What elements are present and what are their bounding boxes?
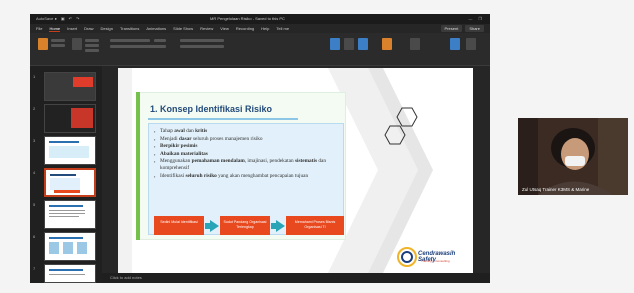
slide-editor: 1. Konsep Identifikasi Risiko Tahap awal… — [102, 66, 490, 273]
paste-icon[interactable] — [38, 38, 48, 50]
tab-transitions[interactable]: Transitions — [120, 26, 139, 31]
slide-thumbnail-pane: 1 2 3 4 5 6 7 — [30, 66, 102, 283]
bullet-list[interactable]: Tahap awal dan kritis Menjadi dasar selu… — [154, 128, 342, 180]
notes-bar: Click to add notes — [102, 273, 490, 283]
tab-review[interactable]: Review — [200, 26, 213, 31]
bullet-item: Abaikan materialitas — [154, 151, 342, 158]
thumbnail-number: 3 — [33, 138, 36, 143]
ribbon-toolbar — [30, 33, 490, 66]
thumbnail-preview-7 — [49, 269, 85, 275]
slide-thumbnail-5[interactable] — [44, 200, 96, 229]
slide-title[interactable]: 1. Konsep Identifikasi Risiko — [150, 104, 272, 114]
section-button[interactable] — [85, 49, 99, 52]
title-bar: AutoSave ● ▣ ↶ ↷ MR Pengelolaan Risiko -… — [30, 14, 490, 24]
bullet-item: Tahap awal dan kritis — [154, 128, 342, 135]
hexagon-decoration — [384, 107, 418, 145]
autosave-toggle[interactable]: AutoSave ● — [36, 16, 57, 21]
copy-button[interactable] — [51, 44, 65, 47]
restore-icon[interactable]: ❐ — [478, 16, 482, 21]
tab-recording[interactable]: Recording — [236, 26, 254, 31]
designer-icon[interactable] — [450, 38, 460, 50]
slide-thumbnail-3[interactable] — [44, 136, 96, 165]
powerpoint-window: AutoSave ● ▣ ↶ ↷ MR Pengelolaan Risiko -… — [30, 14, 490, 283]
shapes-icon[interactable] — [330, 38, 340, 50]
tell-me-search[interactable]: Tell me — [276, 26, 289, 31]
ribbon-tabs: File Home Insert Draw Design Transitions… — [30, 24, 490, 33]
window-controls: — ❐ — [468, 16, 482, 21]
chevron-decoration — [328, 68, 473, 273]
alignment-buttons[interactable] — [180, 45, 224, 48]
tab-animations[interactable]: Animations — [146, 26, 166, 31]
dictate-icon[interactable] — [466, 38, 476, 50]
flow-step-1[interactable]: Sedini Mulai Identifikasi — [154, 216, 204, 235]
tab-slide-show[interactable]: Slide Show — [173, 26, 193, 31]
bullet-item: Menggunakan pemahaman mendalam, imajinas… — [154, 158, 342, 172]
quick-styles-icon[interactable] — [358, 38, 368, 50]
undo-icon[interactable]: ↶ — [69, 16, 72, 21]
slide-thumbnail-1[interactable] — [44, 72, 96, 101]
tab-view[interactable]: View — [220, 26, 229, 31]
tab-design[interactable]: Design — [100, 26, 112, 31]
slide-left-margin — [118, 68, 132, 273]
save-icon[interactable]: ▣ — [61, 16, 65, 21]
company-logo-subtext: Training & Consulting — [421, 259, 450, 263]
thumbnail-preview-1 — [45, 73, 95, 100]
tab-help[interactable]: Help — [261, 26, 269, 31]
thumbnail-number: 1 — [33, 74, 36, 79]
redo-icon[interactable]: ↷ — [76, 16, 79, 21]
bullet-item: Identifikasi seluruh risiko yang akan me… — [154, 173, 342, 180]
cut-button[interactable] — [51, 39, 65, 42]
font-name-select[interactable] — [110, 39, 150, 42]
flow-step-3[interactable]: Memahami Proses Bisnis Organisasi TI — [286, 216, 344, 235]
thumbnail-number: 6 — [33, 234, 36, 239]
arrange-icon[interactable] — [344, 38, 354, 50]
thumbnail-preview-3 — [49, 141, 89, 158]
tab-draw[interactable]: Draw — [84, 26, 93, 31]
slide-thumbnail-4[interactable] — [44, 168, 96, 197]
new-slide-icon[interactable] — [72, 38, 82, 50]
title-underline — [148, 118, 298, 120]
window-title: MR Pengelolaan Risiko - Saved to this PC — [210, 16, 285, 21]
layout-button[interactable] — [85, 39, 99, 42]
accent-bar — [136, 92, 140, 240]
thumbnail-preview-4 — [50, 174, 80, 193]
flow-arrow-icon — [210, 220, 219, 232]
tab-home[interactable]: Home — [49, 26, 61, 32]
slide-thumbnail-7[interactable] — [44, 264, 96, 283]
find-icon[interactable] — [410, 38, 420, 50]
bullet-item: Menjadi dasar seluruh proses manajemen r… — [154, 136, 342, 143]
tab-insert[interactable]: Insert — [67, 26, 77, 31]
thumbnail-preview-6 — [49, 237, 87, 254]
slide-thumbnail-2[interactable] — [44, 104, 96, 133]
thumbnail-number: 7 — [33, 266, 36, 271]
tab-file[interactable]: File — [36, 26, 42, 31]
thumbnail-preview-2 — [45, 105, 95, 132]
present-button[interactable]: Present — [440, 25, 463, 32]
flow-arrow-icon — [276, 220, 285, 232]
participant-video — [518, 118, 628, 195]
reset-button[interactable] — [85, 44, 99, 47]
quick-access-toolbar: AutoSave ● ▣ ↶ ↷ — [36, 16, 79, 21]
current-slide[interactable]: 1. Konsep Identifikasi Risiko Tahap awal… — [118, 68, 473, 273]
flow-step-2[interactable]: Sudut Pandang Organisasi Terlengkap — [220, 216, 270, 235]
thumbnail-number: 4 — [33, 170, 36, 175]
thumbnail-preview-5 — [49, 205, 85, 217]
font-size-select[interactable] — [154, 39, 166, 42]
font-format-buttons[interactable] — [110, 45, 166, 48]
slide-thumbnail-6[interactable] — [44, 232, 96, 261]
share-button[interactable]: Share — [465, 25, 484, 32]
bullet-item: Berpikir pesimis — [154, 143, 342, 150]
minimize-icon[interactable]: — — [468, 16, 472, 21]
paragraph-buttons[interactable] — [180, 39, 224, 42]
company-logo-icon — [397, 247, 417, 267]
notes-placeholder[interactable]: Click to add notes — [110, 275, 142, 280]
thumbnail-number: 5 — [33, 202, 36, 207]
participant-name: Zul Utsaq Trainer K3MS & Marine — [522, 187, 590, 192]
shape-fill-icon[interactable] — [382, 38, 392, 50]
ribbon-right-buttons: Present Share — [440, 25, 484, 32]
thumbnail-number: 2 — [33, 106, 36, 111]
webcam-feed: Zul Utsaq Trainer K3MS & Marine — [518, 118, 628, 195]
